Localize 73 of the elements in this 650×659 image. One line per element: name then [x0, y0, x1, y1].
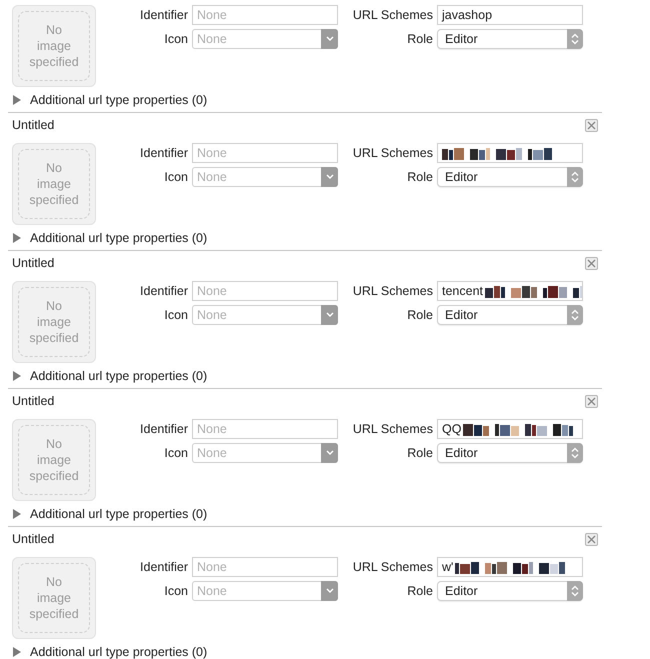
field-label: Identifier [139, 558, 188, 576]
icon-combo-box[interactable]: None [192, 305, 338, 325]
icon-combo-box[interactable]: None [192, 29, 338, 49]
disclosure-triangle-icon[interactable] [12, 647, 22, 657]
field-label: Role [406, 582, 433, 600]
url-schemes-field[interactable] [437, 143, 583, 163]
icon-combo-box[interactable]: None [192, 443, 338, 463]
chevron-down-icon [326, 36, 334, 42]
chevron-down-icon [326, 174, 334, 180]
disclosure-triangle-icon[interactable] [12, 509, 22, 519]
image-well[interactable]: No image specified [12, 281, 96, 363]
stepper-icon [571, 33, 579, 45]
chevron-down-icon [326, 450, 334, 456]
close-button[interactable] [585, 395, 598, 408]
disclosure-triangle-icon[interactable] [12, 95, 22, 105]
close-button[interactable] [585, 533, 598, 546]
identifier-field[interactable]: None [192, 419, 338, 439]
stepper-icon [571, 585, 579, 597]
disclosure-triangle-icon[interactable] [12, 233, 22, 243]
icon-combo-box[interactable]: None [192, 167, 338, 187]
stepper-icon [571, 171, 579, 183]
field-label: Icon [163, 30, 188, 48]
identifier-field[interactable]: None [192, 143, 338, 163]
url-schemes-field[interactable]: w' [437, 557, 583, 577]
disclosure-triangle-icon[interactable] [12, 371, 22, 381]
field-label: Icon [163, 444, 188, 462]
disclosure-label[interactable]: Additional url type properties (0) [30, 642, 208, 659]
disclosure-label[interactable]: Additional url type properties (0) [30, 366, 208, 386]
field-label: Icon [163, 168, 188, 186]
field-label: Icon [163, 582, 188, 600]
field-label: URL Schemes [352, 420, 433, 438]
url-schemes-field[interactable]: tencent [437, 281, 583, 301]
field-label: Identifier [139, 420, 188, 438]
field-label: Role [406, 306, 433, 324]
role-popup-button[interactable]: Editor [437, 581, 583, 601]
role-popup-button[interactable]: Editor [437, 443, 583, 463]
role-popup-button[interactable]: Editor [437, 305, 583, 325]
field-label: URL Schemes [352, 282, 433, 300]
close-button[interactable] [585, 119, 598, 132]
section-title: Untitled [12, 393, 54, 410]
image-well[interactable]: No image specified [12, 5, 96, 87]
role-popup-button[interactable]: Editor [437, 29, 583, 49]
role-popup-button[interactable]: Editor [437, 167, 583, 187]
chevron-down-icon [326, 588, 334, 594]
field-label: URL Schemes [352, 6, 433, 24]
identifier-field[interactable]: None [192, 281, 338, 301]
stepper-icon [571, 447, 579, 459]
section-title: Untitled [12, 531, 54, 548]
disclosure-label[interactable]: Additional url type properties (0) [30, 228, 208, 248]
chevron-down-icon [326, 312, 334, 318]
close-button[interactable] [585, 257, 598, 270]
image-well[interactable]: No image specified [12, 419, 96, 501]
image-well[interactable]: No image specified [12, 143, 96, 225]
field-label: URL Schemes [352, 558, 433, 576]
url-schemes-field[interactable]: javashop [437, 5, 583, 25]
field-label: Identifier [139, 144, 188, 162]
identifier-field[interactable]: None [192, 557, 338, 577]
identifier-field[interactable]: None [192, 5, 338, 25]
field-label: URL Schemes [352, 144, 433, 162]
icon-combo-box[interactable]: None [192, 581, 338, 601]
field-label: Role [406, 168, 433, 186]
stepper-icon [571, 309, 579, 321]
field-label: Identifier [139, 282, 188, 300]
disclosure-label[interactable]: Additional url type properties (0) [30, 90, 208, 110]
field-label: Role [406, 444, 433, 462]
disclosure-label[interactable]: Additional url type properties (0) [30, 504, 208, 524]
url-schemes-field[interactable]: QQ [437, 419, 583, 439]
image-well[interactable]: No image specified [12, 557, 96, 639]
section-title: Untitled [12, 117, 54, 134]
field-label: Role [406, 30, 433, 48]
section-title: Untitled [12, 255, 54, 272]
field-label: Identifier [139, 6, 188, 24]
field-label: Icon [163, 306, 188, 324]
